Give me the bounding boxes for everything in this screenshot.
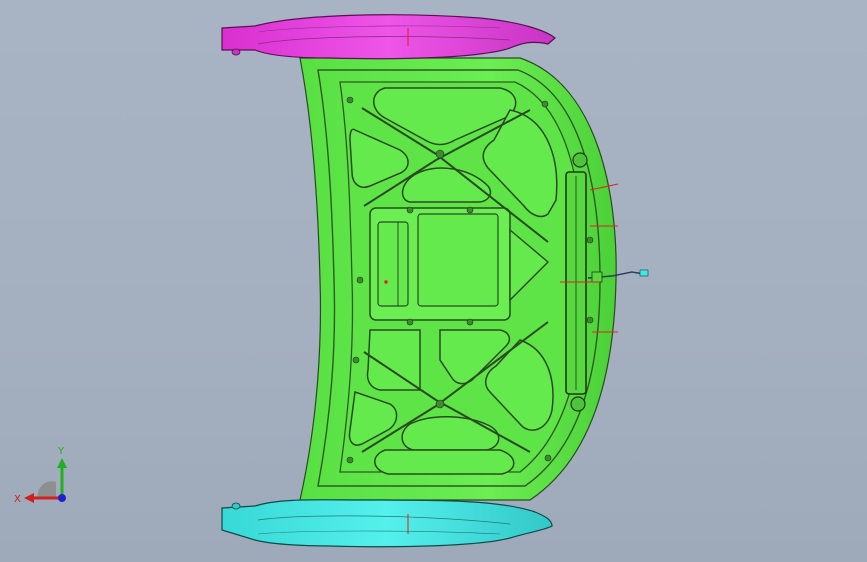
front-flange[interactable] bbox=[221, 499, 553, 548]
hood-model[interactable] bbox=[0, 0, 867, 562]
latch-striker[interactable] bbox=[587, 269, 649, 283]
inner-reinforcement-frame[interactable] bbox=[299, 57, 617, 501]
rear-flange[interactable] bbox=[221, 14, 556, 60]
y-axis-label: Y bbox=[57, 446, 65, 457]
x-axis-label: X bbox=[14, 494, 21, 505]
graphics-viewport[interactable]: Y X bbox=[0, 0, 867, 562]
view-triad: Y X bbox=[14, 446, 67, 505]
